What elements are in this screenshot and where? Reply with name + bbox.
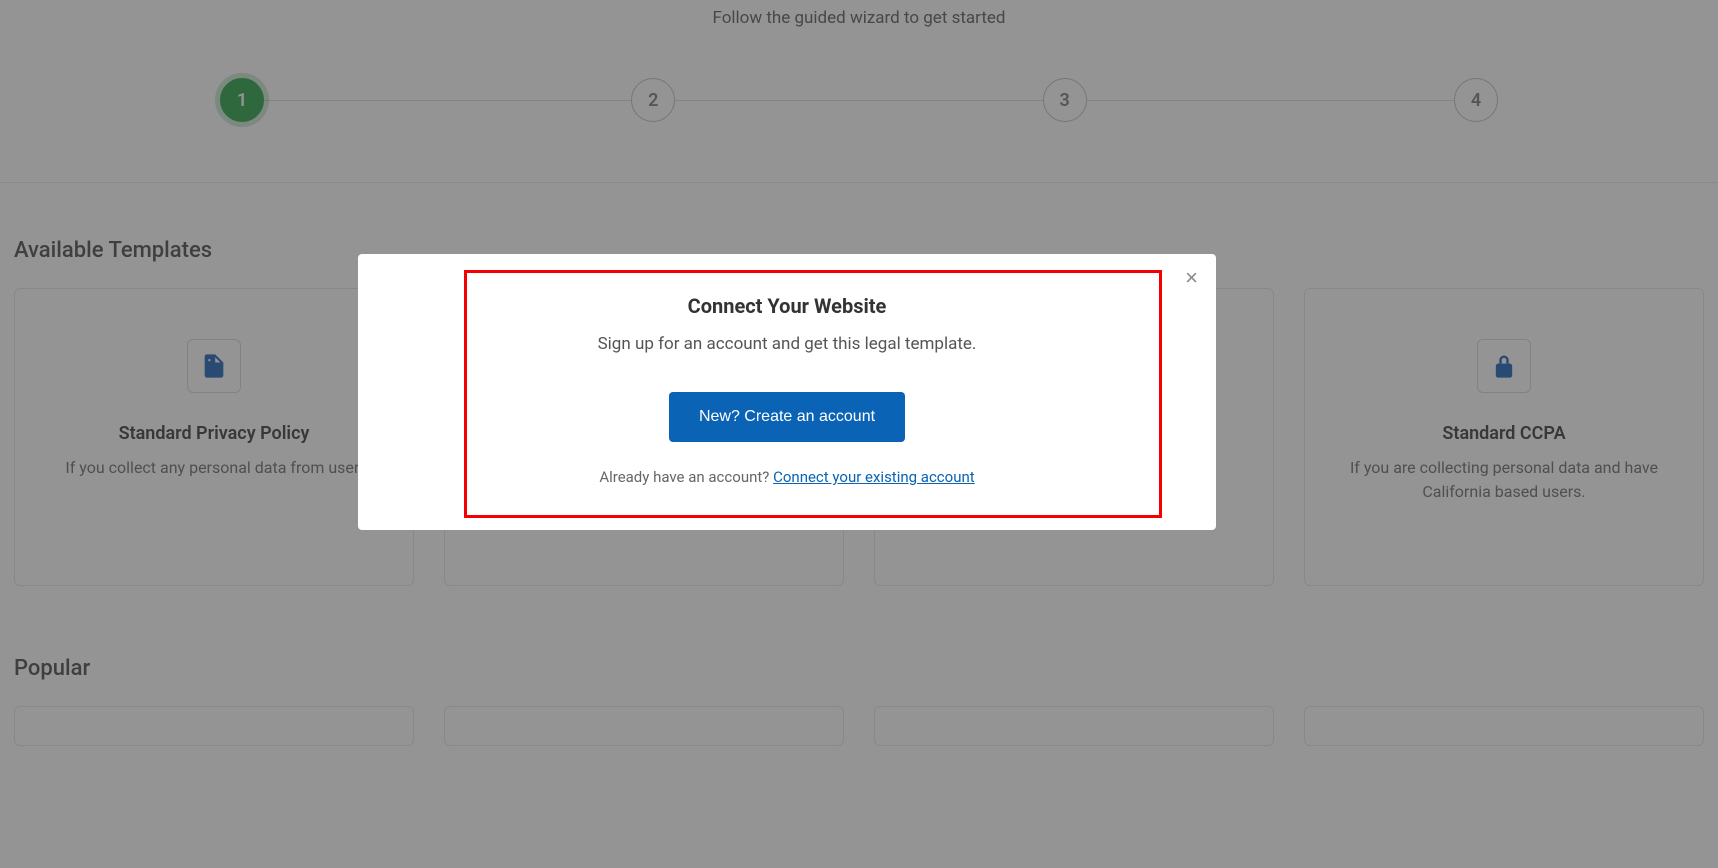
- create-account-button[interactable]: New? Create an account: [669, 392, 905, 442]
- connect-existing-account-link[interactable]: Connect your existing account: [773, 468, 975, 486]
- modal-subtitle: Sign up for an account and get this lega…: [358, 334, 1216, 354]
- modal-footer: Already have an account? Connect your ex…: [358, 468, 1216, 486]
- close-icon[interactable]: ×: [1185, 267, 1198, 289]
- modal-title: Connect Your Website: [358, 294, 1216, 318]
- modal-footer-text: Already have an account?: [599, 468, 773, 486]
- connect-website-modal: × Connect Your Website Sign up for an ac…: [358, 254, 1216, 530]
- page-root: Follow the guided wizard to get started …: [0, 0, 1718, 868]
- modal-content: Connect Your Website Sign up for an acco…: [358, 254, 1216, 486]
